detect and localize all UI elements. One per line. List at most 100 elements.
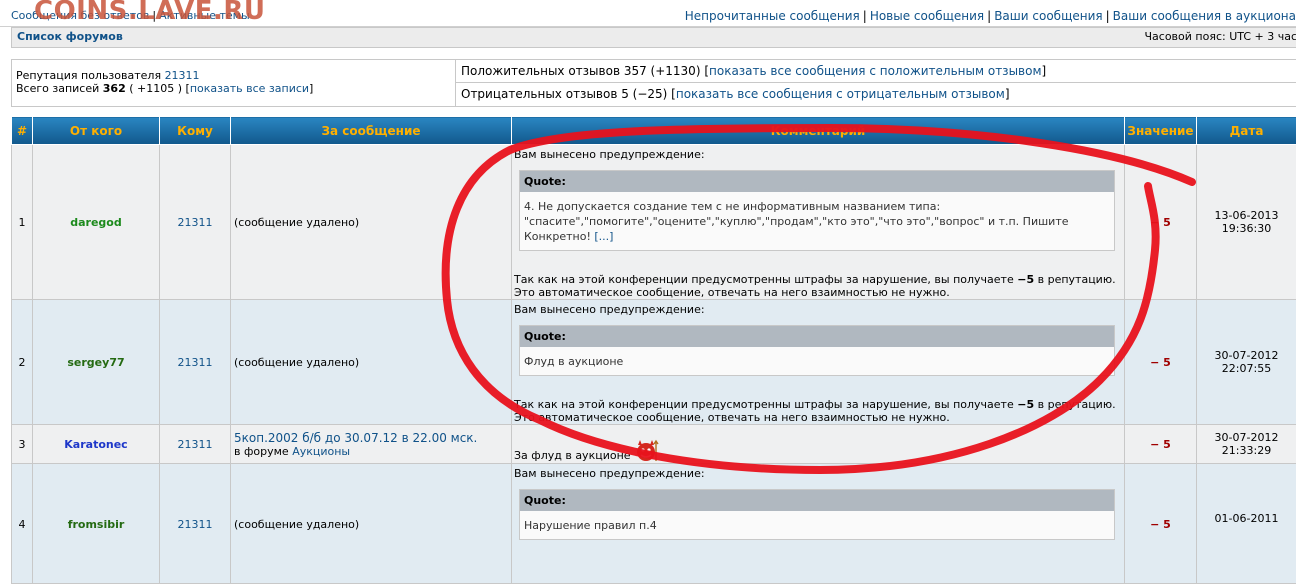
- penalty-text: Так как на этой конференции предусмотрен…: [514, 398, 1122, 411]
- post-forum-prefix: в форуме: [234, 445, 289, 458]
- table-header: # От кого Кому За сообщение Комментарий …: [12, 117, 1296, 145]
- col-date[interactable]: Дата: [1197, 117, 1296, 145]
- quote-box: Quote: 4. Не допускается создание тем с …: [519, 170, 1115, 251]
- quote-title: Quote:: [520, 490, 1114, 511]
- table-row: 4 fromsibir 21311 (сообщение удалено) Ва…: [12, 464, 1296, 584]
- row-post: (сообщение удалено): [231, 464, 512, 584]
- quote-title: Quote:: [520, 326, 1114, 347]
- top-right-links: Непрочитанные сообщения|Новые сообщения|…: [685, 9, 1296, 23]
- table-row: 3 Karatonec 21311 5коп.2002 б/б до 30.07…: [12, 425, 1296, 464]
- quote-body: Флуд в аукционе: [520, 347, 1114, 375]
- negative-label: Отрицательных отзывов 5 (−25): [461, 87, 667, 101]
- date-day: 30-07-2012: [1197, 349, 1296, 362]
- show-all-records-link[interactable]: показать все записи: [190, 82, 309, 95]
- comment-text: За флуд в аукционе: [514, 449, 631, 462]
- row-comment: Вам вынесено предупреждение: Quote: Флуд…: [512, 300, 1125, 425]
- row-date: 01-06-2011: [1197, 464, 1296, 584]
- row-num: 1: [12, 145, 33, 300]
- quote-line: 4. Не допускается создание тем с не инфо…: [524, 199, 1110, 214]
- user-link[interactable]: 21311: [178, 438, 213, 451]
- row-comment: Вам вынесено предупреждение: Quote: Нару…: [512, 464, 1125, 584]
- row-value: − 5: [1125, 425, 1197, 464]
- date-time: 22:07:55: [1197, 362, 1296, 375]
- positive-row: Положительных отзывов 357 (+1130) [показ…: [456, 60, 1296, 83]
- quote-body: Нарушение правил п.4: [520, 511, 1114, 539]
- row-from-cell: Karatonec: [33, 425, 160, 464]
- table-row: 1 daregod 21311 (сообщение удалено) Вам …: [12, 145, 1296, 300]
- col-comment: Комментарий: [512, 117, 1125, 145]
- row-post: (сообщение удалено): [231, 145, 512, 300]
- quote-title: Quote:: [520, 171, 1114, 192]
- user-link[interactable]: 21311: [178, 356, 213, 369]
- row-to-cell: 21311: [160, 464, 231, 584]
- link-new-posts[interactable]: Новые сообщения: [870, 9, 984, 23]
- row-num: 3: [12, 425, 33, 464]
- date-day: 30-07-2012: [1197, 431, 1296, 444]
- quote-box: Quote: Флуд в аукционе: [519, 325, 1115, 376]
- auto-note: Это автоматическое сообщение, отвечать н…: [514, 411, 1122, 424]
- forum-link[interactable]: Аукционы: [292, 445, 350, 458]
- row-post: 5коп.2002 б/б до 30.07.12 в 22.00 мск. в…: [231, 425, 512, 464]
- reputation-user-label: Репутация пользователя: [16, 69, 161, 82]
- user-link[interactable]: daregod: [70, 216, 122, 229]
- row-from-cell: fromsibir: [33, 464, 160, 584]
- show-negative-link[interactable]: показать все сообщения с отрицательным о…: [676, 87, 1005, 101]
- row-value: − 5: [1125, 300, 1197, 425]
- row-value: − 5: [1125, 464, 1197, 584]
- penalty-pre: Так как на этой конференции предусмотрен…: [514, 398, 1014, 411]
- warning-text: Вам вынесено предупреждение:: [514, 303, 1122, 316]
- col-post[interactable]: За сообщение: [231, 117, 512, 145]
- date-time: 19:36:30: [1197, 222, 1296, 235]
- col-num: #: [12, 117, 33, 145]
- penalty-text: Так как на этой конференции предусмотрен…: [514, 273, 1122, 286]
- link-your-auction-posts[interactable]: Ваши сообщения в аукциона: [1113, 9, 1296, 23]
- user-link[interactable]: sergey77: [67, 356, 124, 369]
- separator: |: [984, 9, 994, 23]
- quote-more-link[interactable]: [...]: [594, 230, 613, 243]
- row-num: 4: [12, 464, 33, 584]
- user-link[interactable]: 21311: [178, 518, 213, 531]
- col-value[interactable]: Значение: [1125, 117, 1197, 145]
- date-time: 21:33:29: [1197, 444, 1296, 457]
- positive-label: Положительных отзывов 357 (+1130): [461, 64, 701, 78]
- date-day: 13-06-2013: [1197, 209, 1296, 222]
- show-positive-link[interactable]: показать все сообщения с положительным о…: [709, 64, 1042, 78]
- link-your-posts[interactable]: Ваши сообщения: [994, 9, 1102, 23]
- separator: |: [860, 9, 870, 23]
- auto-note: Это автоматическое сообщение, отвечать н…: [514, 286, 1122, 299]
- penalty-post: в репутацию.: [1038, 398, 1116, 411]
- row-from-cell: sergey77: [33, 300, 160, 425]
- col-to[interactable]: Кому: [160, 117, 231, 145]
- reputation-table: # От кого Кому За сообщение Комментарий …: [11, 116, 1296, 584]
- warning-text: Вам вынесено предупреждение:: [514, 467, 1122, 480]
- devil-smiley-icon: [634, 439, 662, 463]
- col-from[interactable]: От кого: [33, 117, 160, 145]
- row-comment: Вам вынесено предупреждение: Quote: 4. Н…: [512, 145, 1125, 300]
- total-records-count: 362: [103, 82, 126, 95]
- total-records-label: Всего записей: [16, 82, 99, 95]
- penalty-pre: Так как на этой конференции предусмотрен…: [514, 273, 1014, 286]
- row-comment: За флуд в аукционе: [512, 425, 1125, 464]
- row-value: − 5: [1125, 145, 1197, 300]
- negative-row: Отрицательных отзывов 5 (−25) [показать …: [456, 83, 1296, 105]
- reputation-totals: Репутация пользователя 21311 Всего запис…: [16, 69, 313, 95]
- user-link[interactable]: fromsibir: [68, 518, 125, 531]
- user-link[interactable]: Karatonec: [64, 438, 127, 451]
- table-row: 2 sergey77 21311 (сообщение удалено) Вам…: [12, 300, 1296, 425]
- separator: |: [1103, 9, 1113, 23]
- row-to-cell: 21311: [160, 425, 231, 464]
- penalty-value: −5: [1017, 273, 1034, 286]
- user-link[interactable]: 21311: [178, 216, 213, 229]
- date-day: 01-06-2011: [1197, 512, 1296, 525]
- link-unread[interactable]: Непрочитанные сообщения: [685, 9, 860, 23]
- site-watermark: COINS.LAVE.RU: [34, 0, 266, 26]
- reputation-summary: Репутация пользователя 21311 Всего запис…: [11, 59, 1296, 107]
- reputation-user-link[interactable]: 21311: [165, 69, 200, 82]
- row-date: 30-07-201221:33:29: [1197, 425, 1296, 464]
- post-link[interactable]: 5коп.2002 б/б до 30.07.12 в 22.00 мск.: [234, 431, 477, 445]
- quote-body: 4. Не допускается создание тем с не инфо…: [520, 192, 1114, 250]
- penalty-value: −5: [1017, 398, 1034, 411]
- total-records-delta: ( +1105 ): [129, 82, 182, 95]
- forum-list-link[interactable]: Список форумов: [17, 30, 123, 43]
- timezone-label: Часовой пояс: UTC + 3 час: [1144, 30, 1296, 43]
